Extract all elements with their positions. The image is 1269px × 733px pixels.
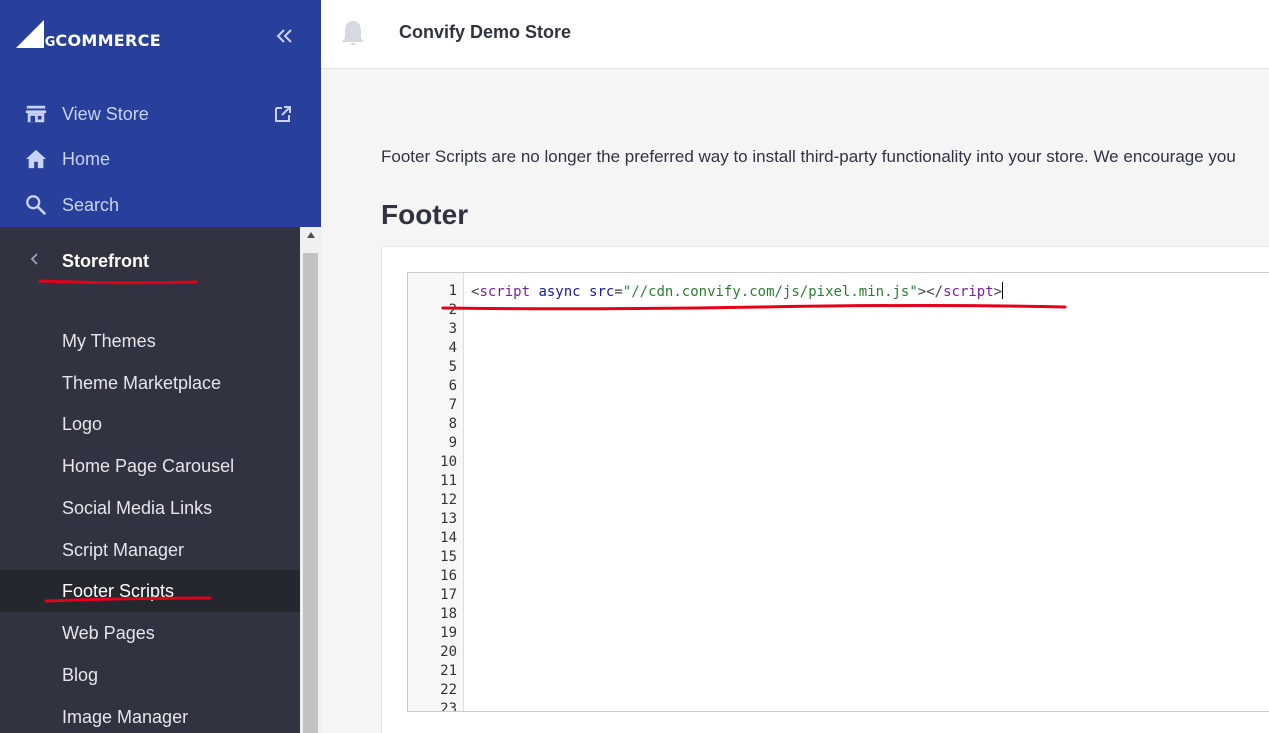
line-number: 15 (440, 549, 457, 565)
code-line-1[interactable]: <script async src="//cdn.convify.com/js/… (471, 282, 1004, 302)
sidebar-item-label: Script Manager (62, 540, 185, 560)
line-number: 13 (440, 511, 457, 527)
line-number: 6 (448, 378, 457, 394)
line-number: 12 (440, 492, 457, 508)
app-root: BIGCOMMERCE View Store Home Search Store… (0, 0, 1269, 733)
line-number: 4 (448, 340, 457, 356)
sidebar-item-label: Footer Scripts (62, 581, 175, 601)
code-token: > (993, 284, 1003, 300)
sidebar-item-image-manager[interactable]: Image Manager (0, 696, 300, 733)
search-icon (26, 195, 47, 216)
sidebar-item-label: Logo (62, 414, 103, 434)
line-number: 21 (440, 663, 457, 679)
sidebar-item-label: Image Manager (62, 707, 189, 727)
code-token: > (917, 284, 927, 300)
line-number: 17 (440, 587, 457, 603)
storefront-icon (25, 105, 47, 123)
sidebar-item-label: Social Media Links (62, 498, 213, 518)
code-token: "//cdn.convify.com/js/pixel.min.js" (622, 284, 918, 300)
line-number: 3 (448, 321, 457, 337)
sidebar-scrollbar[interactable] (300, 227, 321, 733)
sidebar-item-label: Home Page Carousel (62, 456, 235, 476)
code-token: </ (926, 284, 944, 300)
logo-text-big: BIG (30, 35, 56, 50)
chevron-left-icon[interactable] (27, 249, 41, 269)
scrollbar-thumb[interactable] (303, 253, 318, 733)
line-number: 5 (448, 359, 457, 375)
sidebar-item-social-media-links[interactable]: Social Media Links (0, 487, 300, 529)
line-number: 10 (440, 454, 457, 470)
line-number: 19 (440, 625, 457, 641)
scroll-up-arrow[interactable] (300, 231, 321, 247)
sidebar-item-blog[interactable]: Blog (0, 654, 300, 696)
line-number: 2 (448, 302, 457, 318)
double-chevron-left-icon (276, 29, 292, 43)
nav-view-store[interactable]: View Store (0, 94, 321, 134)
line-number-gutter: 1 2 3 4 5 6 7 8 9 10 11 12 13 14 15 16 17 18 19 20 21 22 23 (408, 273, 464, 712)
bell-icon[interactable] (341, 19, 365, 47)
nav-home-label: Home (62, 149, 111, 169)
nav-home[interactable]: Home (0, 139, 321, 179)
text-cursor (1002, 282, 1004, 299)
line-number: 8 (448, 416, 457, 432)
store-name: Convify Demo Store (399, 22, 572, 42)
code-token: src (589, 284, 615, 300)
sidebar-item-label: Blog (62, 665, 99, 685)
nav-view-store-label: View Store (62, 104, 149, 124)
sidebar-item-my-themes[interactable]: My Themes (0, 320, 300, 362)
deprecation-notice: Footer Scripts are no longer the preferr… (381, 147, 1236, 166)
sidebar-header: BIGCOMMERCE View Store Home Search (0, 0, 321, 227)
line-number: 18 (440, 606, 457, 622)
line-number: 1 (448, 283, 457, 299)
code-token: = (614, 284, 623, 300)
code-editor[interactable]: 1 2 3 4 5 6 7 8 9 10 11 12 13 14 15 16 17 18 19 20 21 22 23 <s… (407, 272, 1269, 712)
sidebar-item-label: Web Pages (62, 623, 155, 643)
sidebar-item-theme-marketplace[interactable]: Theme Marketplace (0, 362, 300, 404)
line-number: 23 (440, 701, 457, 712)
top-bar: Convify Demo Store (321, 0, 1269, 69)
line-number: 20 (440, 644, 457, 660)
line-number: 11 (440, 473, 457, 489)
sidebar-item-logo[interactable]: Logo (0, 403, 300, 445)
code-token: script (943, 284, 994, 300)
sidebar-item-script-manager[interactable]: Script Manager (0, 529, 300, 571)
storefront-section-header[interactable]: Storefront (0, 239, 300, 285)
line-number: 7 (448, 397, 457, 413)
sidebar-item-label: Theme Marketplace (62, 373, 222, 393)
line-number: 22 (440, 682, 457, 698)
nav-search-label: Search (62, 195, 120, 215)
logo-text-rest: COMMERCE (55, 31, 161, 50)
sidebar: BIGCOMMERCE View Store Home Search Store… (0, 0, 321, 733)
nav-search[interactable]: Search (0, 185, 321, 225)
code-token: script (479, 284, 531, 300)
bigcommerce-logo[interactable]: BIGCOMMERCE (14, 18, 174, 54)
triangle-up-icon (306, 232, 315, 238)
house-icon (25, 149, 47, 169)
sidebar-item-web-pages[interactable]: Web Pages (0, 612, 300, 654)
external-link-icon[interactable] (273, 104, 293, 124)
sidebar-item-label: My Themes (62, 331, 156, 351)
sidebar-item-footer-scripts[interactable]: Footer Scripts (0, 570, 300, 612)
line-number: 14 (440, 530, 457, 546)
line-number: 16 (440, 568, 457, 584)
section-title-storefront: Storefront (62, 251, 149, 271)
page-title: Footer (381, 199, 469, 230)
line-number: 9 (448, 435, 457, 451)
sidebar-item-home-page-carousel[interactable]: Home Page Carousel (0, 445, 300, 487)
code-token: async (538, 284, 581, 300)
collapse-sidebar-button[interactable] (272, 24, 296, 48)
